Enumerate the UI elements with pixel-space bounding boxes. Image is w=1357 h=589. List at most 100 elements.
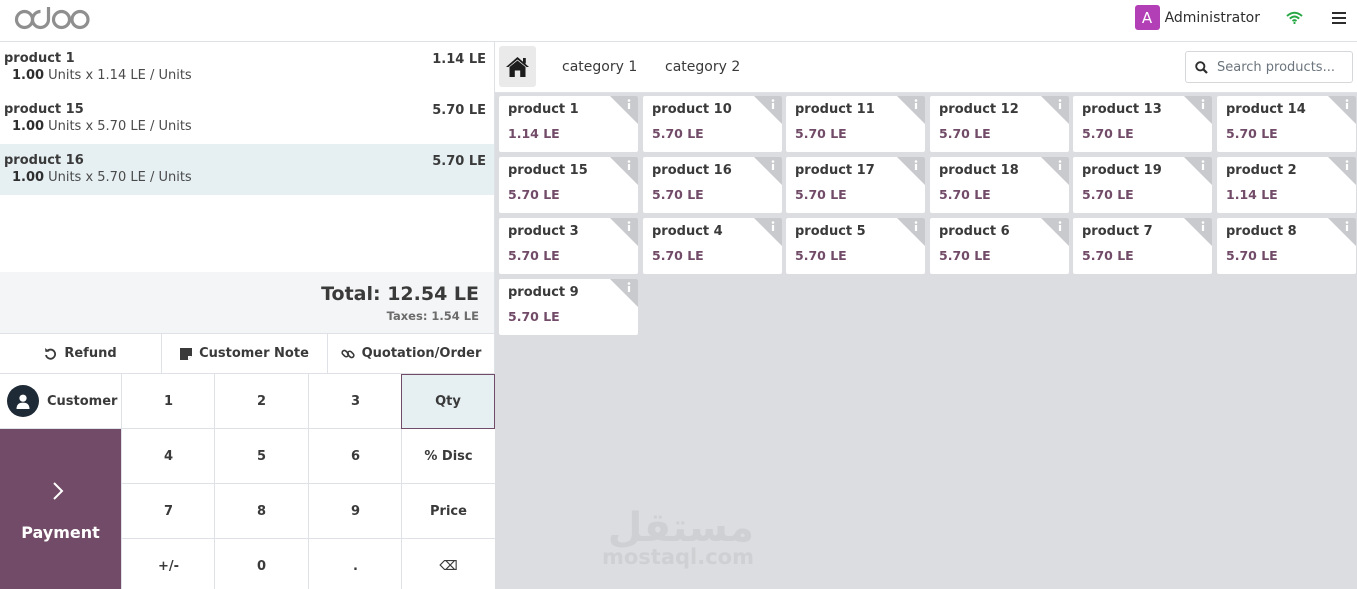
- product-info-icon[interactable]: [1182, 218, 1212, 248]
- product-name: product 13: [1082, 102, 1162, 117]
- product-info-icon[interactable]: [1326, 96, 1356, 126]
- product-card[interactable]: product 12 5.70 LE: [930, 96, 1069, 152]
- orderline[interactable]: product 1 1.14 LE 1.00 Units x 1.14 LE / …: [0, 42, 494, 93]
- product-info-icon[interactable]: [1039, 157, 1069, 187]
- product-card[interactable]: product 7 5.70 LE: [1073, 218, 1212, 274]
- product-card[interactable]: product 15 5.70 LE: [499, 157, 638, 213]
- product-price: 5.70 LE: [652, 187, 704, 202]
- product-info-icon[interactable]: [1326, 218, 1356, 248]
- product-info-icon[interactable]: [1182, 157, 1212, 187]
- key-4[interactable]: 4: [121, 429, 215, 484]
- product-info-icon[interactable]: [895, 96, 925, 126]
- product-card[interactable]: product 1 1.14 LE: [499, 96, 638, 152]
- backspace-key[interactable]: ⌫: [401, 539, 495, 589]
- product-card[interactable]: product 3 5.70 LE: [499, 218, 638, 274]
- customer-note-label: Customer Note: [199, 346, 309, 361]
- orderline-qty: 1.00: [12, 68, 45, 83]
- product-card[interactable]: product 5 5.70 LE: [786, 218, 925, 274]
- product-card[interactable]: product 16 5.70 LE: [643, 157, 782, 213]
- set-customer-button[interactable]: Customer: [0, 374, 121, 429]
- key-5[interactable]: 5: [214, 429, 308, 484]
- product-info-icon[interactable]: [895, 157, 925, 187]
- qty-mode-button[interactable]: Qty: [401, 374, 495, 429]
- key-0[interactable]: 0: [214, 539, 308, 589]
- product-info-icon[interactable]: [1039, 96, 1069, 126]
- watermark: مستقل mostaql.com: [602, 505, 754, 569]
- orderline[interactable]: product 15 5.70 LE 1.00 Units x 5.70 LE /…: [0, 93, 494, 144]
- product-info-icon[interactable]: [895, 218, 925, 248]
- product-name: product 5: [795, 224, 866, 239]
- product-card[interactable]: product 11 5.70 LE: [786, 96, 925, 152]
- product-price: 5.70 LE: [795, 126, 847, 141]
- product-info-icon[interactable]: [608, 218, 638, 248]
- product-info-icon[interactable]: [752, 157, 782, 187]
- refund-button[interactable]: Refund: [0, 334, 162, 373]
- key-6[interactable]: 6: [308, 429, 402, 484]
- orderline-detail: Units x 5.70 LE / Units: [48, 170, 192, 185]
- key-1[interactable]: 1: [121, 374, 215, 429]
- product-price: 5.70 LE: [1082, 248, 1134, 263]
- orderline[interactable]: product 16 5.70 LE 1.00 Units x 5.70 LE /…: [0, 144, 494, 195]
- product-card[interactable]: product 6 5.70 LE: [930, 218, 1069, 274]
- product-card[interactable]: product 4 5.70 LE: [643, 218, 782, 274]
- product-card[interactable]: product 9 5.70 LE: [499, 279, 638, 335]
- orderline-price: 5.70 LE: [432, 154, 486, 169]
- customer-label: Customer: [47, 393, 118, 409]
- product-name: product 12: [939, 102, 1019, 117]
- product-info-icon[interactable]: [608, 279, 638, 309]
- link-icon: [340, 349, 355, 358]
- product-card[interactable]: product 8 5.70 LE: [1217, 218, 1356, 274]
- product-card[interactable]: product 17 5.70 LE: [786, 157, 925, 213]
- user-avatar: A: [1134, 5, 1160, 30]
- key-3[interactable]: 3: [308, 374, 402, 429]
- key-9[interactable]: 9: [308, 484, 402, 539]
- key-8[interactable]: 8: [214, 484, 308, 539]
- product-card[interactable]: product 2 1.14 LE: [1217, 157, 1356, 213]
- home-category-button[interactable]: [499, 46, 536, 87]
- product-name: product 7: [1082, 224, 1153, 239]
- wifi-icon[interactable]: [1286, 11, 1303, 24]
- customer-note-button[interactable]: Customer Note: [162, 334, 328, 373]
- plus-minus-key[interactable]: +/-: [121, 539, 215, 589]
- quotation-order-button[interactable]: Quotation/Order: [328, 334, 494, 373]
- product-card[interactable]: product 18 5.70 LE: [930, 157, 1069, 213]
- odoo-logo: [14, 7, 90, 30]
- price-mode-button[interactable]: Price: [401, 484, 495, 539]
- user-menu[interactable]: A Administrator: [1134, 5, 1260, 30]
- product-card[interactable]: product 13 5.70 LE: [1073, 96, 1212, 152]
- decimal-key[interactable]: .: [308, 539, 402, 589]
- product-info-icon[interactable]: [752, 218, 782, 248]
- product-info-icon[interactable]: [1326, 157, 1356, 187]
- category-button-1[interactable]: category 1: [562, 59, 637, 75]
- quotation-order-label: Quotation/Order: [361, 346, 482, 361]
- product-price: 5.70 LE: [508, 187, 560, 202]
- product-info-icon[interactable]: [752, 96, 782, 126]
- orderline-product-name: product 15: [4, 102, 84, 117]
- search-input[interactable]: [1217, 59, 1337, 75]
- product-card[interactable]: product 14 5.70 LE: [1217, 96, 1356, 152]
- numpad: 1 2 3 Qty 4 5 6% Disc 7 8 9 Price +/- 0. ⌫: [121, 374, 495, 589]
- orderline-detail: Units x 5.70 LE / Units: [48, 119, 192, 134]
- order-pane: product 1 1.14 LE 1.00 Units x 1.14 LE / …: [0, 42, 495, 589]
- note-icon: [180, 347, 193, 360]
- discount-mode-button[interactable]: % Disc: [401, 429, 495, 484]
- product-card[interactable]: product 10 5.70 LE: [643, 96, 782, 152]
- refund-label: Refund: [64, 346, 117, 361]
- product-info-icon[interactable]: [608, 96, 638, 126]
- category-button-2[interactable]: category 2: [665, 59, 740, 75]
- product-price: 5.70 LE: [508, 309, 560, 324]
- product-name: product 6: [939, 224, 1010, 239]
- payment-button[interactable]: Payment: [0, 429, 121, 589]
- search-box[interactable]: [1185, 51, 1353, 83]
- pos-navbar: odoo A Administrator: [0, 0, 1357, 42]
- product-info-icon[interactable]: [1182, 96, 1212, 126]
- product-info-icon[interactable]: [1039, 218, 1069, 248]
- product-info-icon[interactable]: [608, 157, 638, 187]
- key-2[interactable]: 2: [214, 374, 308, 429]
- product-card[interactable]: product 19 5.70 LE: [1073, 157, 1212, 213]
- product-price: 5.70 LE: [508, 248, 560, 263]
- product-name: product 17: [795, 163, 875, 178]
- hamburger-menu-icon[interactable]: [1332, 12, 1346, 24]
- product-name: product 16: [652, 163, 732, 178]
- key-7[interactable]: 7: [121, 484, 215, 539]
